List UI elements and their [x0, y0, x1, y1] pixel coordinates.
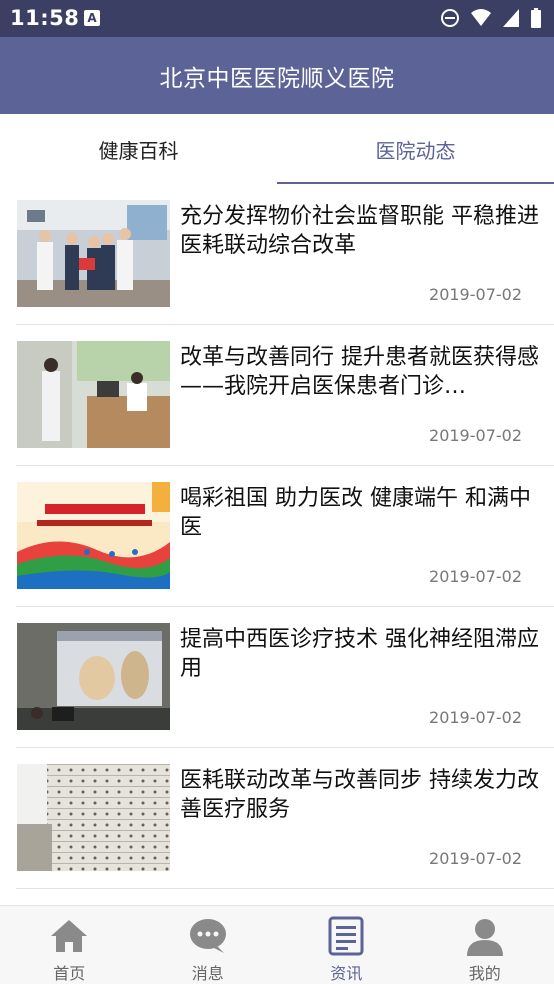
nav-home-label: 首页 [53, 964, 86, 983]
nav-home[interactable]: 首页 [0, 906, 139, 984]
chat-icon [187, 915, 229, 956]
medicine-cabinet-photo [17, 764, 170, 871]
keyboard-a-icon: A [84, 10, 100, 26]
nav-messages[interactable]: 消息 [139, 906, 278, 984]
home-icon [48, 915, 90, 956]
tab-health-encyclopedia[interactable]: 健康百科 [0, 114, 277, 184]
nav-messages-label: 消息 [191, 964, 224, 983]
news-item[interactable]: 改革与改善同行 提升患者就医获得感 ——我院开启医保患者门诊… 2019-07-… [16, 325, 554, 466]
app-bar: 北京中医医院顺义医院 [0, 37, 554, 114]
do-not-disturb-icon [441, 9, 459, 27]
news-date: 2019-07-02 [429, 849, 522, 868]
nav-profile-label: 我的 [468, 964, 501, 983]
news-item[interactable]: 医耗联动改革与改善同步 持续发力改善医疗服务 2019-07-02 [16, 748, 554, 889]
status-bar: 11:58 A [0, 0, 554, 37]
news-title: 提高中西医诊疗技术 强化神经阻滞应用 [180, 627, 539, 681]
news-date: 2019-07-02 [429, 426, 522, 445]
news-title: 改革与改善同行 提升患者就医获得感 ——我院开启医保患者门诊… [180, 345, 539, 399]
news-item[interactable]: 充分发挥物价社会监督职能 平稳推进医耗联动综合改革 2019-07-02 [16, 184, 554, 325]
news-title: 充分发挥物价社会监督职能 平稳推进医耗联动综合改革 [180, 204, 539, 258]
person-icon [464, 915, 506, 956]
lecture-slides-photo [17, 623, 170, 730]
news-date: 2019-07-02 [429, 567, 522, 586]
nav-profile[interactable]: 我的 [416, 906, 554, 984]
tab-bar: 健康百科 医院动态 [0, 114, 554, 184]
news-item[interactable]: 提高中西医诊疗技术 强化神经阻滞应用 2019-07-02 [16, 607, 554, 748]
nav-news[interactable]: 资讯 [277, 906, 416, 984]
award-ceremony-photo [17, 200, 170, 307]
status-indicators [440, 8, 542, 28]
wifi-icon [471, 9, 491, 26]
news-item[interactable]: 喝彩祖国 助力医改 健康端午 和满中医 2019-07-02 [16, 466, 554, 607]
news-list: 充分发挥物价社会监督职能 平稳推进医耗联动综合改革 2019-07-02 改革与… [0, 184, 554, 889]
tab-hospital-news[interactable]: 医院动态 [277, 114, 554, 184]
news-icon [325, 915, 367, 956]
app-title: 北京中医医院顺义医院 [159, 65, 395, 92]
nav-news-label: 资讯 [330, 964, 363, 983]
news-title: 医耗联动改革与改善同步 持续发力改善医疗服务 [180, 768, 539, 822]
clinic-office-photo [17, 341, 170, 448]
bottom-nav: 首页 消息 资讯 我的 [0, 905, 554, 984]
news-title: 喝彩祖国 助力医改 健康端午 和满中医 [180, 486, 531, 540]
news-date: 2019-07-02 [429, 285, 522, 304]
status-time: 11:58 [10, 6, 80, 30]
battery-icon [531, 8, 541, 28]
sports-event-banner [17, 482, 170, 589]
news-date: 2019-07-02 [429, 708, 522, 727]
signal-icon [503, 9, 519, 27]
